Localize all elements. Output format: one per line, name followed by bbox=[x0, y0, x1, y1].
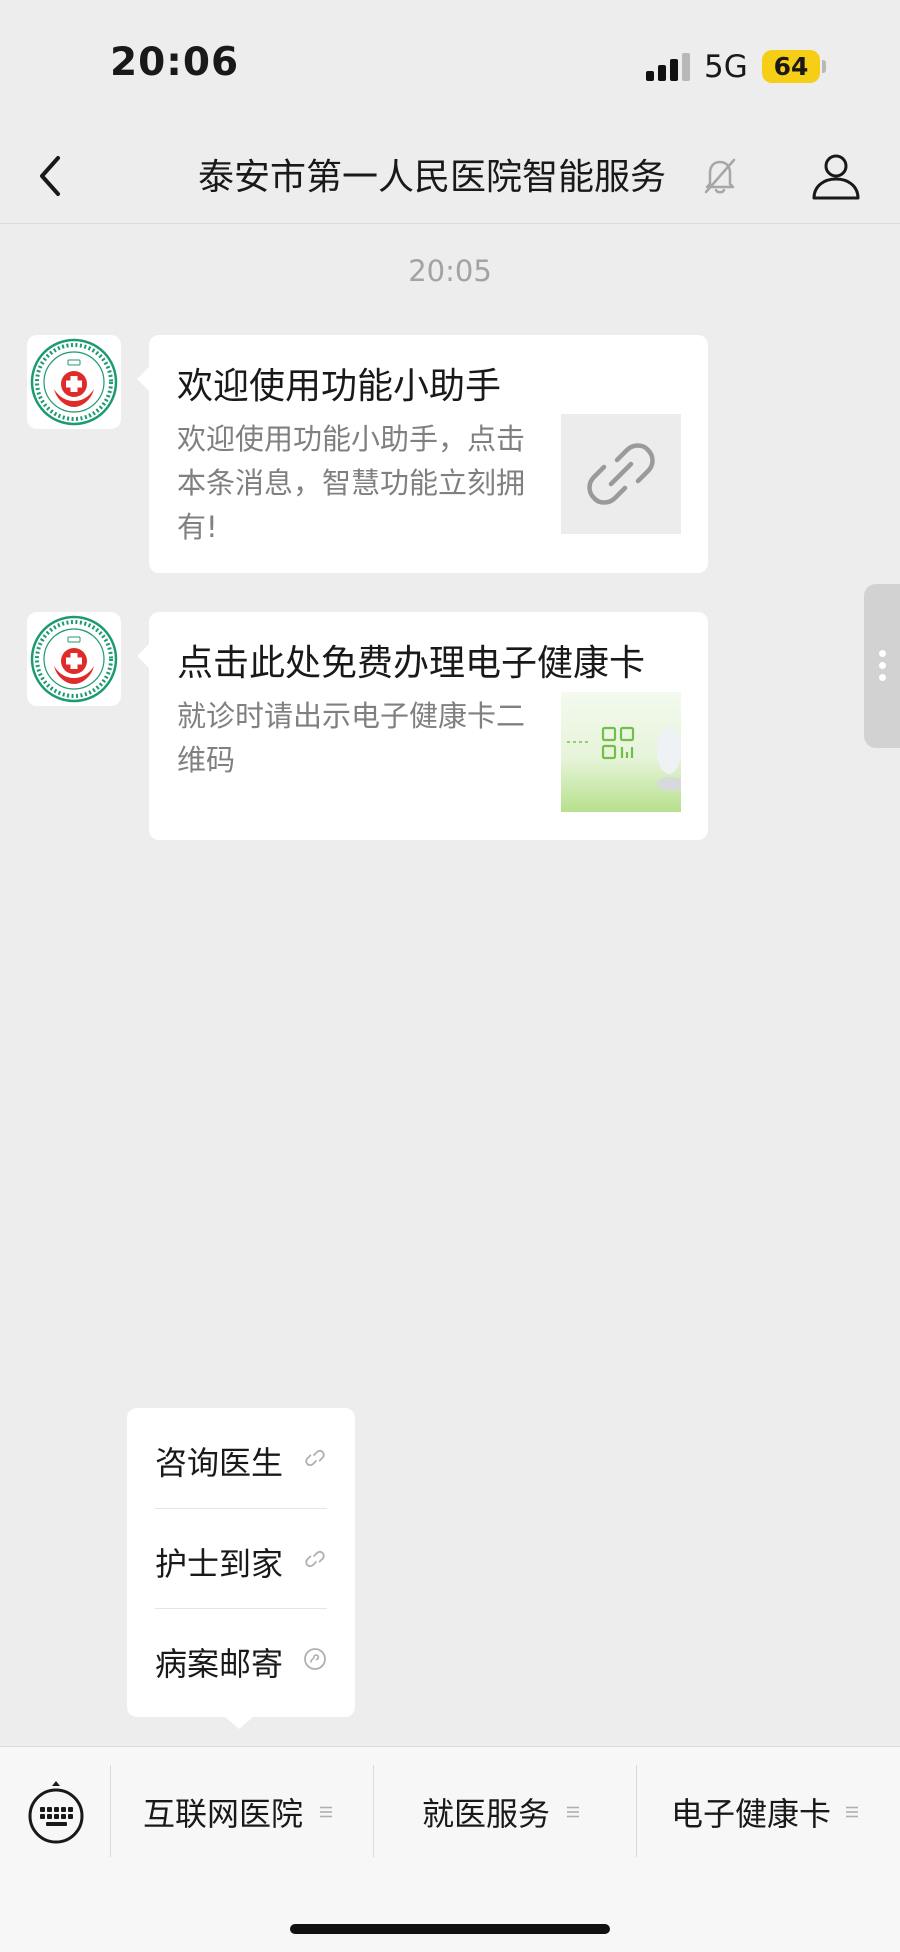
page-title: 泰安市第一人民医院智能服务 bbox=[198, 157, 667, 198]
message-description: 就诊时请出示电子健康卡二维码 bbox=[177, 699, 526, 777]
link-icon bbox=[305, 1550, 325, 1568]
menu-tab-internet-hospital[interactable]: 互联网医院 bbox=[111, 1747, 373, 1875]
submenu-item-consult-doctor[interactable]: 咨询医生 bbox=[155, 1408, 327, 1508]
menu-lines-icon bbox=[846, 1806, 858, 1818]
submenu-item-label: 病案邮寄 bbox=[155, 1645, 284, 1683]
link-icon bbox=[587, 443, 655, 505]
side-handle[interactable] bbox=[864, 584, 900, 748]
battery-level: 64 bbox=[773, 52, 809, 81]
hospital-logo-icon bbox=[30, 338, 118, 426]
menu-tab-medical-services[interactable]: 就医服务 bbox=[374, 1747, 636, 1875]
message-thumbnail bbox=[561, 414, 681, 534]
link-icon bbox=[305, 1449, 325, 1467]
menu-tab-health-card[interactable]: 电子健康卡 bbox=[637, 1747, 900, 1875]
message-card-assistant[interactable]: 欢迎使用功能小助手 欢迎使用功能小助手，点击本条消息，智慧功能立刻拥有! bbox=[137, 335, 708, 573]
network-label: 5G bbox=[704, 49, 748, 85]
nav-bar: 泰安市第一人民医院智能服务 bbox=[0, 130, 900, 224]
menu-lines-icon bbox=[567, 1806, 579, 1818]
message-title: 欢迎使用功能小助手 bbox=[177, 366, 502, 407]
mini-program-icon bbox=[304, 1648, 326, 1670]
status-bar: 20:06 5G 64 bbox=[0, 0, 900, 130]
signal-icon bbox=[646, 51, 692, 81]
keyboard-icon[interactable] bbox=[26, 1779, 86, 1845]
menu-lines-icon bbox=[320, 1806, 332, 1818]
submenu-item-record-mailing[interactable]: 病案邮寄 bbox=[155, 1608, 327, 1708]
avatar[interactable] bbox=[27, 335, 121, 429]
submenu-item-nurse-home[interactable]: 护士到家 bbox=[155, 1508, 327, 1608]
qr-code-icon bbox=[567, 726, 681, 791]
submenu-item-label: 护士到家 bbox=[155, 1545, 284, 1583]
chat-timestamp: 20:05 bbox=[408, 254, 492, 288]
hospital-logo-icon bbox=[30, 615, 118, 703]
avatar[interactable] bbox=[27, 612, 121, 706]
submenu-popup: 咨询医生 护士到家 病案邮寄 bbox=[127, 1408, 355, 1729]
bottom-menu-bar: 互联网医院 就医服务 电子健康卡 bbox=[0, 1746, 900, 1952]
message-card-health-card[interactable]: 点击此处免费办理电子健康卡 就诊时请出示电子健康卡二维码 bbox=[137, 612, 708, 840]
menu-tab-label: 就医服务 bbox=[422, 1795, 551, 1833]
submenu-item-label: 咨询医生 bbox=[155, 1444, 284, 1482]
menu-tab-label: 电子健康卡 bbox=[671, 1795, 832, 1833]
person-icon[interactable] bbox=[810, 150, 862, 202]
battery-icon: 64 bbox=[762, 50, 820, 83]
home-indicator[interactable] bbox=[290, 1924, 610, 1934]
message-title: 点击此处免费办理电子健康卡 bbox=[177, 643, 646, 684]
menu-tab-label: 互联网医院 bbox=[143, 1795, 304, 1833]
message-description: 欢迎使用功能小助手，点击本条消息，智慧功能立刻拥有! bbox=[177, 422, 526, 544]
chevron-left-icon[interactable] bbox=[30, 152, 74, 200]
message-thumbnail bbox=[561, 692, 681, 812]
status-time: 20:06 bbox=[110, 40, 240, 85]
bell-off-icon bbox=[704, 158, 736, 194]
battery-cap bbox=[822, 60, 826, 73]
